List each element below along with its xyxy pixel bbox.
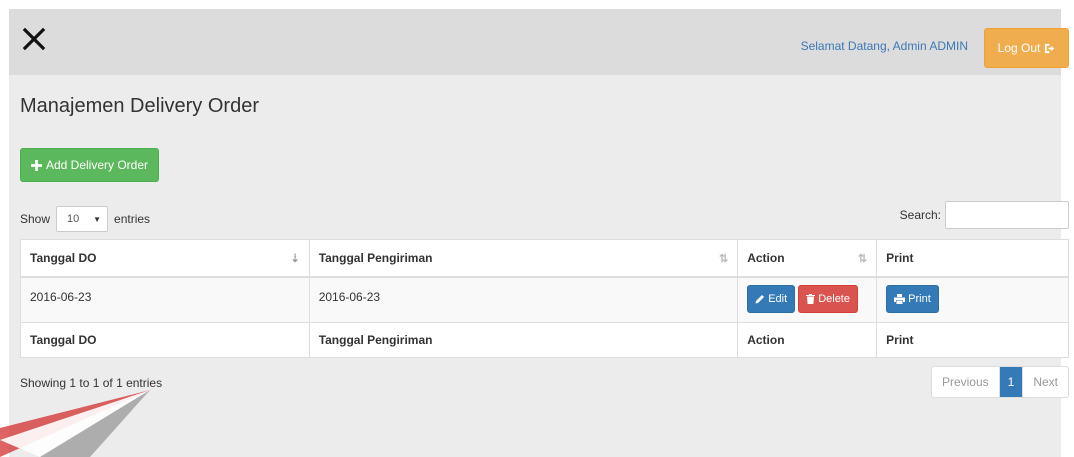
footer-action: Action — [737, 322, 878, 358]
pagination: Previous 1 Next — [930, 366, 1069, 398]
entries-length-control: Show 10 ▼ entries — [20, 206, 150, 232]
search-control: Search: — [900, 201, 1069, 229]
search-input[interactable] — [945, 201, 1069, 229]
close-icon[interactable] — [22, 27, 46, 51]
logout-label: Log Out — [997, 41, 1041, 55]
delete-label: Delete — [818, 292, 850, 305]
footer-tanggal-do: Tanggal DO — [20, 322, 310, 358]
edit-label: Edit — [768, 292, 788, 305]
column-header-print: Print — [876, 239, 1069, 278]
welcome-text: Selamat Datang, Admin ADMIN — [800, 39, 968, 53]
sort-ascending-icon: ⇣ — [290, 253, 300, 265]
delete-button[interactable]: Delete — [798, 284, 858, 313]
cell-print: Print — [876, 276, 1069, 323]
page-1-button[interactable]: 1 — [999, 367, 1024, 397]
column-header-action[interactable]: Action ⇅ — [737, 239, 878, 278]
pencil-icon — [755, 294, 765, 303]
delivery-order-table: Tanggal DO ⇣ Tanggal Pengiriman ⇅ Action… — [20, 239, 1069, 358]
print-label: Print — [908, 292, 931, 305]
cell-action: Edit Delete — [737, 276, 878, 323]
previous-page-button[interactable]: Previous — [932, 367, 1000, 397]
table-info: Showing 1 to 1 of 1 entries — [20, 376, 163, 390]
footer-tanggal-pengiriman: Tanggal Pengiriman — [308, 322, 739, 358]
next-page-button[interactable]: Next — [1023, 367, 1068, 397]
logout-button[interactable]: Log Out — [984, 28, 1069, 68]
sort-both-icon: ⇅ — [719, 253, 729, 265]
logout-icon — [1045, 43, 1055, 53]
column-header-tanggal-pengiriman[interactable]: Tanggal Pengiriman ⇅ — [308, 239, 739, 278]
sort-both-icon: ⇅ — [857, 253, 868, 265]
table-row: 2016-06-23 2016-06-23 Edit Delete Print — [20, 276, 1069, 323]
table-footer-row: Tanggal DO Tanggal Pengiriman Action Pri… — [20, 322, 1069, 358]
footer-print: Print — [876, 322, 1069, 358]
cell-tanggal-do: 2016-06-23 — [20, 276, 310, 323]
trash-icon — [806, 293, 816, 304]
caret-down-icon: ▼ — [93, 214, 102, 224]
entries-label: entries — [114, 212, 151, 226]
plus-icon — [30, 159, 42, 171]
add-button-label: Add Delivery Order — [45, 158, 149, 172]
print-button[interactable]: Print — [886, 284, 939, 313]
watermark-logo — [0, 390, 150, 457]
top-navbar: Selamat Datang, Admin ADMIN Log Out — [9, 9, 1069, 75]
printer-icon — [894, 293, 906, 304]
add-delivery-order-button[interactable]: Add Delivery Order — [20, 148, 159, 182]
search-label: Search: — [899, 208, 941, 222]
show-label: Show — [20, 212, 51, 226]
entries-select-value: 10 — [67, 213, 80, 225]
cell-tanggal-pengiriman: 2016-06-23 — [308, 276, 739, 323]
edit-button[interactable]: Edit — [747, 284, 796, 313]
table-header-row: Tanggal DO ⇣ Tanggal Pengiriman ⇅ Action… — [20, 239, 1069, 278]
page-title: Manajemen Delivery Order — [20, 95, 259, 117]
column-header-tanggal-do[interactable]: Tanggal DO ⇣ — [20, 239, 310, 278]
entries-select[interactable]: 10 ▼ — [56, 206, 109, 232]
